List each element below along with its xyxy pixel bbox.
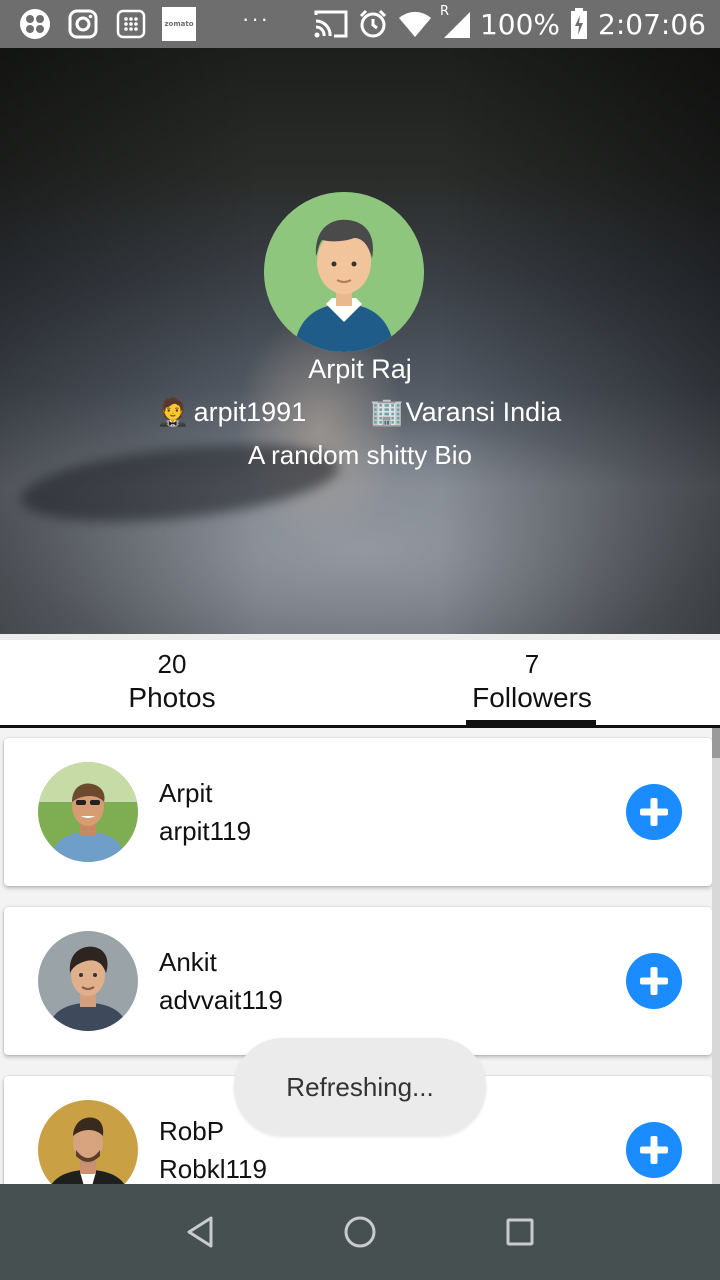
- recents-icon: [506, 1218, 534, 1246]
- header-shade-right: [440, 48, 720, 634]
- status-bar: zomato ··· R 100% 2:07:06: [0, 0, 720, 48]
- system-nav-bar: [0, 1184, 720, 1280]
- followers-label: Followers: [472, 682, 592, 713]
- screen: zomato ··· R 100% 2:07:06 Arpit Raj 🤵 ar…: [0, 0, 720, 1280]
- clock: 2:07:06: [598, 7, 706, 41]
- instagram-icon: [66, 7, 100, 41]
- battery-percent: 100%: [479, 7, 561, 41]
- calculator-icon: [114, 7, 148, 41]
- back-button[interactable]: [170, 1202, 230, 1262]
- profile-location: Varansi India: [405, 396, 562, 427]
- system-icons: R 100% 2:07:06: [314, 4, 706, 41]
- refreshing-toast: Refreshing...: [234, 1038, 486, 1136]
- plus-icon: [640, 1136, 668, 1164]
- home-button[interactable]: [330, 1202, 390, 1262]
- wifi-icon: [398, 10, 432, 38]
- follower-avatar: [38, 762, 138, 862]
- cast-icon: [314, 9, 348, 39]
- username-row: 🤵 arpit1991: [156, 396, 306, 428]
- profile-bio: A random shitty Bio: [248, 440, 472, 470]
- tab-followers[interactable]: 7 Followers: [352, 646, 712, 714]
- zomato-icon: zomato: [162, 7, 196, 41]
- follower-handle: advvait119: [159, 985, 283, 1015]
- app-grid-icon: [18, 7, 52, 41]
- add-follower-button[interactable]: [626, 953, 682, 1009]
- tab-selected-indicator: [466, 720, 596, 728]
- followers-count: 7: [524, 649, 540, 679]
- tab-photos[interactable]: 20 Photos: [0, 646, 352, 714]
- battery-charging-icon: [570, 8, 588, 40]
- profile-header: Arpit Raj 🤵 arpit1991 🏢 Varansi India A …: [0, 48, 720, 634]
- follower-avatar: [38, 931, 138, 1031]
- notification-icons: zomato ···: [18, 6, 270, 41]
- list-scrollbar-thumb[interactable]: [712, 728, 720, 758]
- plus-icon: [640, 798, 668, 826]
- profile-tabs: 20 Photos 7 Followers: [0, 634, 720, 728]
- signal-icon: R: [440, 4, 470, 38]
- roaming-letter: R: [439, 4, 450, 19]
- person-icon: 🤵: [156, 397, 190, 427]
- follower-handle: Robkl119: [159, 1154, 267, 1184]
- photos-count: 20: [157, 649, 187, 679]
- building-icon: 🏢: [370, 397, 404, 427]
- add-follower-button[interactable]: [626, 784, 682, 840]
- photos-label: Photos: [128, 682, 216, 713]
- profile-username: arpit1991: [193, 396, 307, 427]
- follower-name: Ankit: [159, 947, 217, 977]
- follower-name: RobP: [159, 1116, 225, 1146]
- home-icon: [344, 1216, 376, 1248]
- list-scrollbar[interactable]: [712, 728, 720, 1184]
- recents-button[interactable]: [490, 1202, 550, 1262]
- header-shade-left: [0, 48, 260, 634]
- plus-icon: [640, 967, 668, 995]
- follower-handle: arpit119: [159, 816, 252, 846]
- follower-avatar: [38, 1100, 138, 1184]
- profile-name: Arpit Raj: [308, 354, 412, 384]
- follower-card[interactable]: Ankit advvait119: [4, 907, 712, 1055]
- follower-card[interactable]: Arpit arpit119: [4, 738, 712, 886]
- location-row: 🏢 Varansi India: [370, 396, 561, 428]
- profile-avatar[interactable]: [264, 192, 424, 352]
- add-follower-button[interactable]: [626, 1122, 682, 1178]
- alarm-icon: [358, 9, 388, 39]
- back-icon: [187, 1216, 213, 1248]
- follower-name: Arpit: [159, 778, 213, 808]
- more-notifications-icon: ···: [242, 6, 270, 31]
